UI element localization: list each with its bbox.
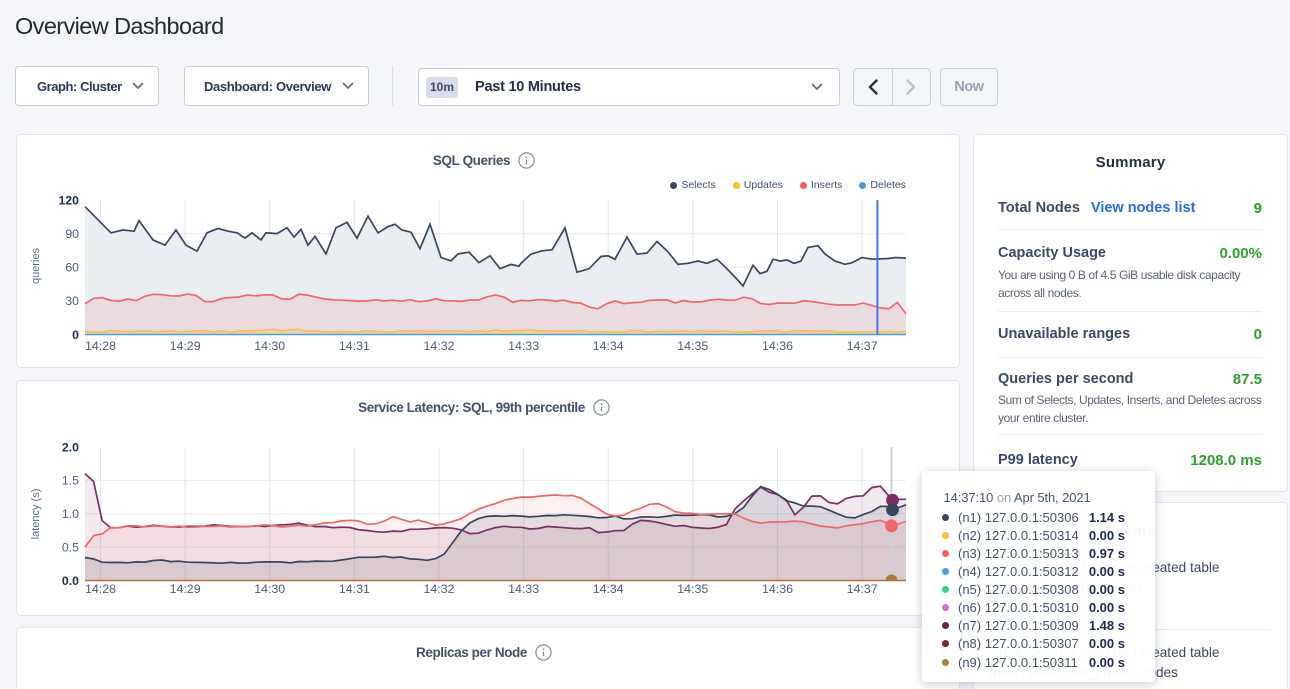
svg-text:120: 120 [58, 193, 79, 207]
svg-text:14:30: 14:30 [254, 582, 285, 596]
svg-text:1.0: 1.0 [62, 507, 79, 521]
svg-text:14:28: 14:28 [85, 582, 116, 596]
svg-text:14:31: 14:31 [339, 582, 370, 596]
svg-text:queries: queries [30, 247, 42, 284]
svg-text:14:36: 14:36 [762, 339, 793, 353]
svg-text:0: 0 [72, 328, 79, 342]
svg-text:14:30: 14:30 [254, 339, 285, 353]
svg-text:14:35: 14:35 [677, 339, 708, 353]
svg-text:14:37: 14:37 [847, 582, 878, 596]
svg-text:14:29: 14:29 [170, 582, 201, 596]
svg-text:1.5: 1.5 [62, 474, 79, 488]
svg-text:latency (s): latency (s) [30, 489, 42, 540]
svg-text:14:34: 14:34 [593, 582, 624, 596]
svg-text:14:28: 14:28 [85, 339, 116, 353]
svg-text:0.0: 0.0 [62, 574, 79, 588]
svg-text:14:33: 14:33 [508, 582, 539, 596]
svg-text:14:34: 14:34 [593, 339, 624, 353]
svg-text:14:36: 14:36 [762, 582, 793, 596]
svg-text:14:29: 14:29 [170, 339, 201, 353]
svg-text:14:33: 14:33 [508, 339, 539, 353]
svg-text:0.5: 0.5 [62, 540, 79, 554]
svg-text:14:32: 14:32 [423, 582, 454, 596]
svg-text:14:35: 14:35 [677, 582, 708, 596]
svg-text:14:32: 14:32 [423, 339, 454, 353]
svg-text:60: 60 [65, 261, 79, 275]
svg-text:14:31: 14:31 [339, 339, 370, 353]
svg-text:14:37: 14:37 [847, 339, 878, 353]
svg-text:90: 90 [65, 227, 79, 241]
svg-text:2.0: 2.0 [62, 440, 79, 454]
svg-text:30: 30 [65, 294, 79, 308]
